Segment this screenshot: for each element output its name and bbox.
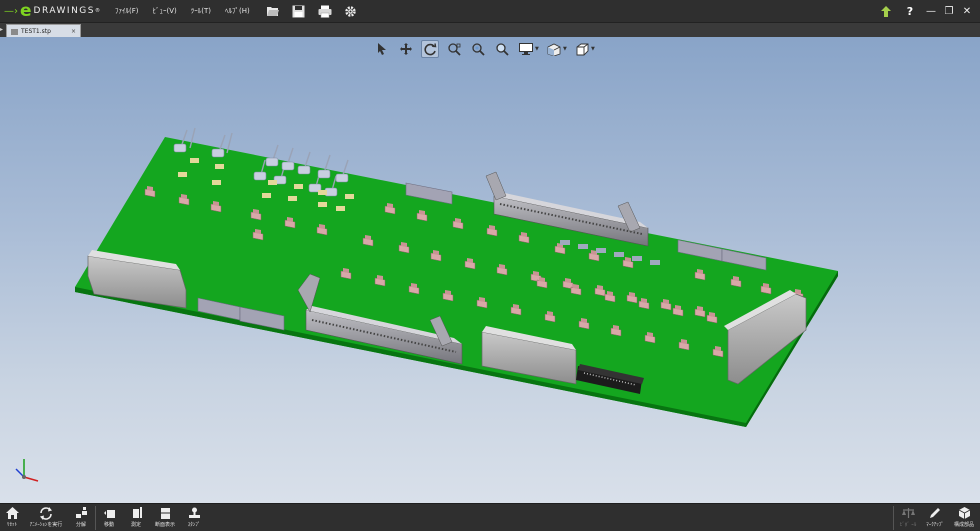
display-style-dropdown-icon[interactable]: ▼ — [535, 46, 540, 52]
move-icon — [102, 506, 116, 520]
document-tab-strip: ▸ TEST1.stp × — [0, 22, 980, 38]
explode-label: 分解 — [75, 522, 86, 528]
measure-label: 測定 — [130, 522, 141, 528]
zoom-fit-icon[interactable] — [445, 40, 463, 58]
toolbar-separator — [95, 506, 96, 530]
axis-triad-icon — [15, 459, 39, 482]
reset-label: ﾘｾｯﾄ — [6, 522, 17, 528]
menu-file[interactable]: ﾌｧｲﾙ(F) — [108, 6, 146, 16]
save-icon[interactable] — [291, 3, 307, 19]
tab-test1-stp[interactable]: TEST1.stp × — [6, 24, 81, 38]
settings-icon[interactable] — [343, 3, 359, 19]
measure-button[interactable]: 測定 — [125, 505, 147, 531]
panel-collapse-icon[interactable]: ▸ — [0, 26, 5, 36]
logo-letter: e — [20, 0, 32, 21]
rotate-tool-icon[interactable] — [421, 40, 439, 58]
animation-label: ｱﾆﾒｰｼｮﾝを実行 — [29, 522, 63, 528]
help-icon[interactable]: ? — [902, 3, 918, 19]
explode-button[interactable]: 分解 — [70, 505, 92, 531]
measure-icon — [129, 506, 143, 520]
edrawings-window: —› e DRAWINGS ® ﾌｧｲﾙ(F) ﾋﾞｭｰ(V) ﾂｰﾙ(T) ﾍ… — [0, 0, 980, 531]
stamp-button[interactable]: ｽﾀﾝﾌﾟ — [183, 505, 205, 531]
heads-up-toolbar: ▼ ▼ ▼ — [370, 40, 598, 58]
move-label: 移動 — [103, 522, 114, 528]
markup-button[interactable]: ﾏｰｸｱｯﾌﾟ — [922, 505, 948, 531]
logo-mark: ® — [95, 8, 100, 14]
menu-tools[interactable]: ﾂｰﾙ(T) — [184, 6, 218, 16]
toolbar-separator — [893, 506, 894, 530]
home-icon — [5, 506, 19, 520]
display-style-icon[interactable] — [517, 40, 535, 58]
window-right-tools: ? — ❐ ✕ — [874, 0, 980, 22]
edrawings-logo: —› e DRAWINGS ® — [0, 0, 100, 22]
section-icon — [158, 506, 172, 520]
explode-icon — [74, 506, 88, 520]
section-label: 断面表示 — [154, 522, 175, 528]
pcb-model[interactable] — [0, 37, 980, 503]
menu-view[interactable]: ﾋﾞｭｰ(V) — [146, 6, 184, 16]
animation-button[interactable]: ｱﾆﾒｰｼｮﾝを実行 — [26, 505, 66, 531]
components-label: 構成部品 — [953, 522, 974, 528]
tab-label: TEST1.stp — [21, 28, 51, 35]
view-orientation-dropdown-icon[interactable]: ▼ — [563, 46, 568, 52]
logo-arrow-icon: —› — [4, 5, 18, 17]
compare-label: ﾋﾞﾎﾞ ｰﾙ — [899, 522, 917, 528]
move-button[interactable]: 移動 — [98, 505, 120, 531]
markup-icon — [928, 506, 942, 520]
section-button[interactable]: 断面表示 — [151, 505, 179, 531]
components-button[interactable]: 構成部品 — [950, 505, 978, 531]
components-icon — [957, 506, 971, 520]
select-tool-icon[interactable] — [373, 40, 391, 58]
print-icon[interactable] — [317, 3, 333, 19]
minimize-button[interactable]: — — [924, 4, 938, 18]
close-button[interactable]: ✕ — [960, 4, 974, 18]
bottom-toolbar: ﾘｾｯﾄ ｱﾆﾒｰｼｮﾝを実行 分解 移動 測定 断面表示 ｽﾀﾝﾌﾟ ﾋﾞﾎﾞ… — [0, 503, 980, 531]
3d-view-cube-icon[interactable] — [573, 40, 591, 58]
pcb-board — [75, 137, 838, 427]
view-orientation-icon[interactable] — [545, 40, 563, 58]
zoom-area-icon[interactable] — [493, 40, 511, 58]
compare-icon — [901, 506, 915, 520]
upgrade-arrow-icon[interactable] — [878, 3, 894, 19]
compare-button[interactable]: ﾋﾞﾎﾞ ｰﾙ — [896, 505, 920, 531]
menu-help[interactable]: ﾍﾙﾌﾟ(H) — [218, 6, 257, 16]
stamp-icon — [187, 506, 201, 520]
animation-icon — [39, 506, 53, 520]
pan-tool-icon[interactable] — [397, 40, 415, 58]
3d-view-dropdown-icon[interactable]: ▼ — [591, 46, 596, 52]
logo-text: DRAWINGS — [33, 6, 95, 16]
reset-button[interactable]: ﾘｾｯﾄ — [2, 505, 22, 531]
3d-viewport[interactable]: ▼ ▼ ▼ — [0, 37, 980, 503]
title-bar: —› e DRAWINGS ® ﾌｧｲﾙ(F) ﾋﾞｭｰ(V) ﾂｰﾙ(T) ﾍ… — [0, 0, 980, 22]
restore-button[interactable]: ❐ — [942, 4, 956, 18]
document-icon — [11, 28, 18, 35]
open-icon[interactable] — [265, 3, 281, 19]
markup-label: ﾏｰｸｱｯﾌﾟ — [926, 522, 944, 528]
stamp-label: ｽﾀﾝﾌﾟ — [187, 522, 201, 528]
zoom-icon[interactable] — [469, 40, 487, 58]
tab-close-icon[interactable]: × — [71, 28, 76, 35]
